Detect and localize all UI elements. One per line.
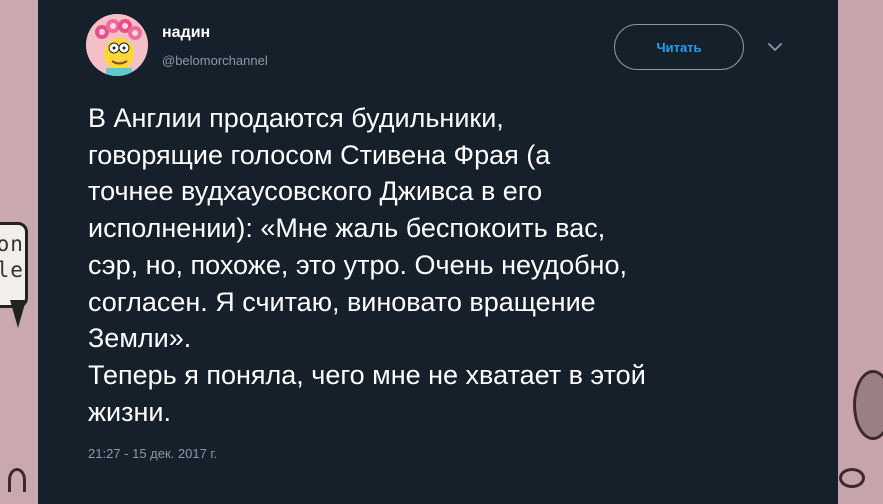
background-bubble-tail (10, 300, 26, 328)
author-name[interactable]: надин (162, 24, 210, 42)
background-bubble-text: gon ble (0, 232, 24, 282)
chevron-down-icon[interactable] (764, 38, 786, 56)
background-speech-bubble: gon ble (0, 222, 28, 308)
tweet-timestamp[interactable]: 21:27 - 15 дек. 2017 г. (88, 446, 217, 461)
background-shape-left-small (8, 468, 26, 492)
tweet-text: В Англии продаются будильники, говорящие… (88, 103, 646, 427)
follow-button[interactable]: Читать (614, 24, 744, 70)
background-shape-right-small (839, 468, 865, 488)
cartoon-avatar-icon (86, 14, 148, 76)
author-handle[interactable]: @belomorchannel (162, 53, 268, 68)
tweet-card: надин @belomorchannel Читать В Англии пр… (38, 0, 838, 504)
avatar[interactable] (86, 14, 148, 76)
